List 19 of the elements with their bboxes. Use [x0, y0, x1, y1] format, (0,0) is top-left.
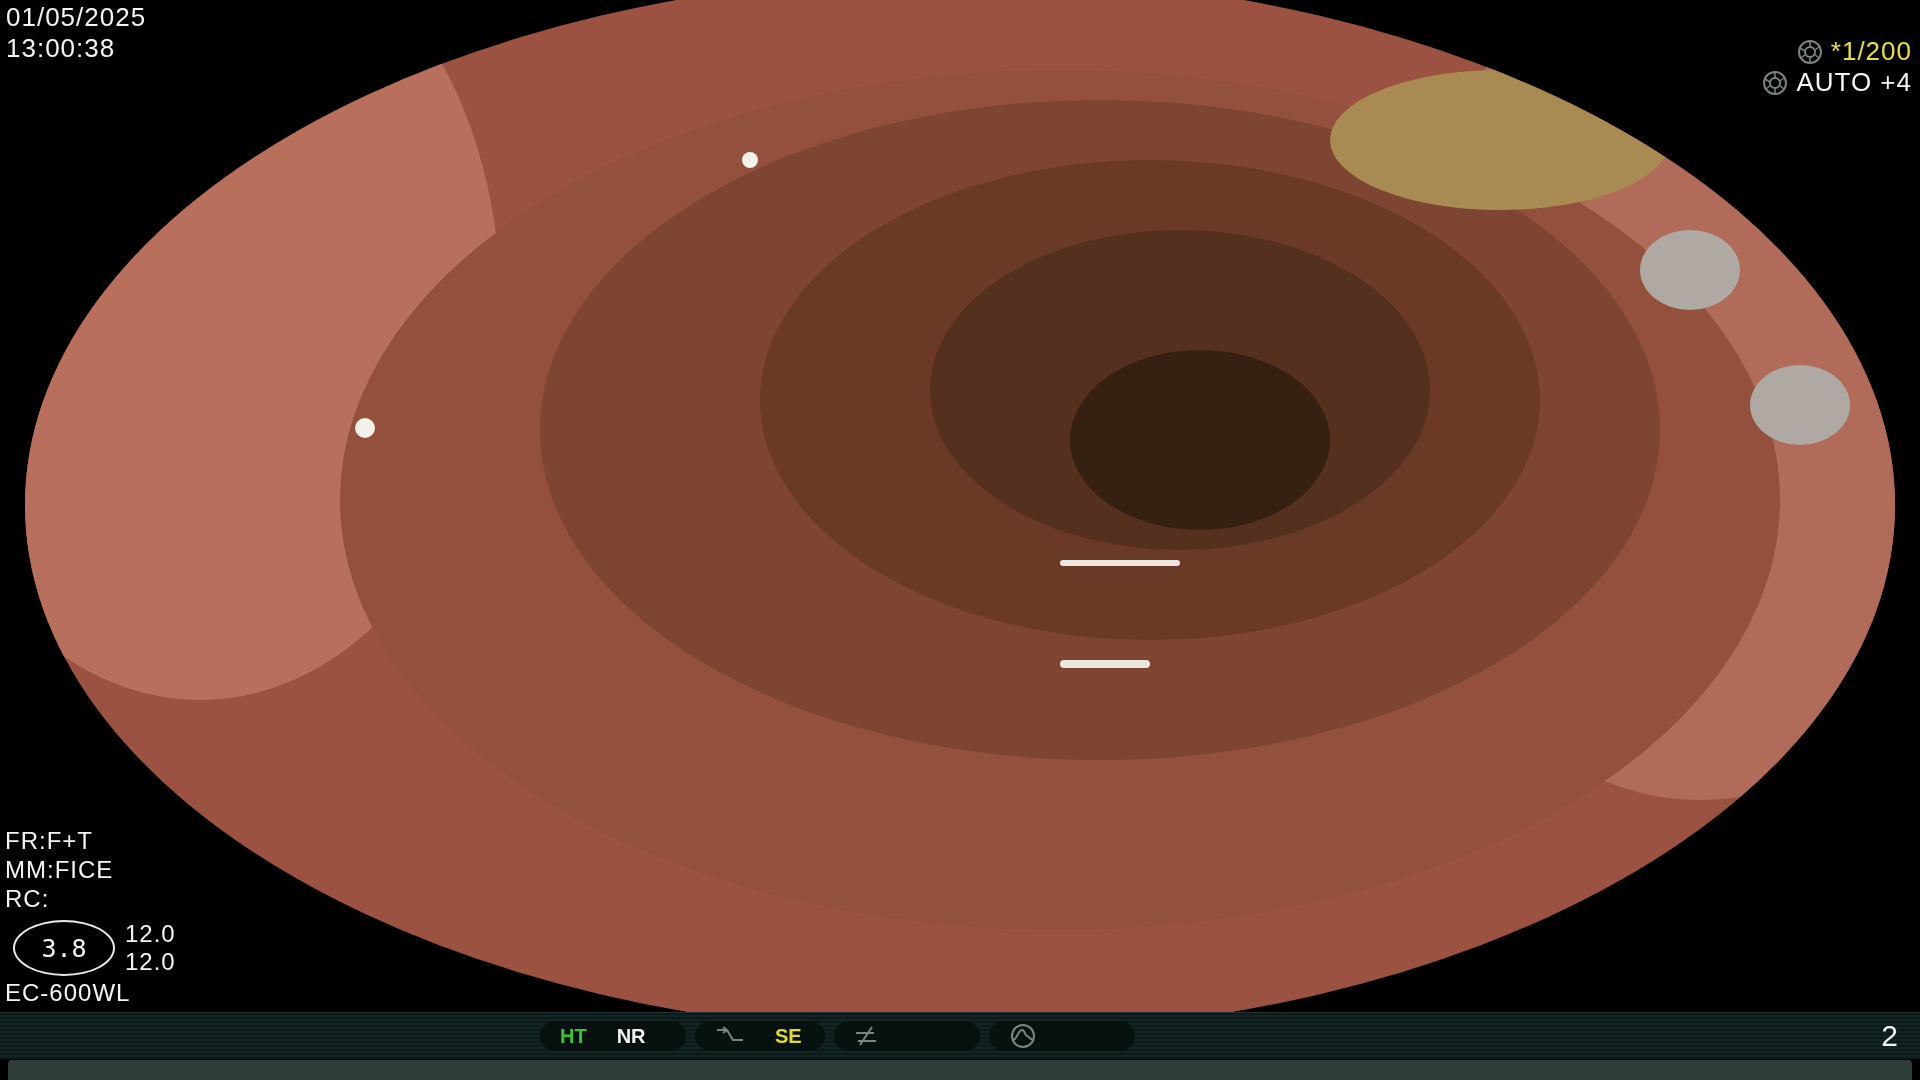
setting-text: RC:: [5, 884, 51, 914]
status-label: NR: [616, 1024, 646, 1048]
date-text: 01/05/2025: [6, 2, 147, 34]
slash-icon: [854, 1025, 878, 1047]
wave-icon: [1009, 1024, 1037, 1048]
setting-text: MM:FICE: [5, 856, 115, 885]
reading-text: 12.0: [125, 919, 176, 949]
shutter-icon: [1796, 38, 1823, 65]
page-number: 2: [1881, 1019, 1898, 1053]
scope-model: EC-600WL: [5, 979, 132, 1008]
shutter-speed: *1/200: [1830, 36, 1912, 68]
setting-text: FR:F+T: [5, 827, 94, 856]
iris-icon: [1762, 69, 1789, 96]
time-text: 13:00:38: [6, 33, 117, 65]
status-label: HT: [560, 1024, 587, 1048]
status-label: SE: [775, 1024, 802, 1048]
reading-text: 12.0: [125, 948, 176, 978]
iris-setting: AUTO +4: [1796, 67, 1912, 99]
zoom-value: 3.8: [13, 920, 115, 977]
